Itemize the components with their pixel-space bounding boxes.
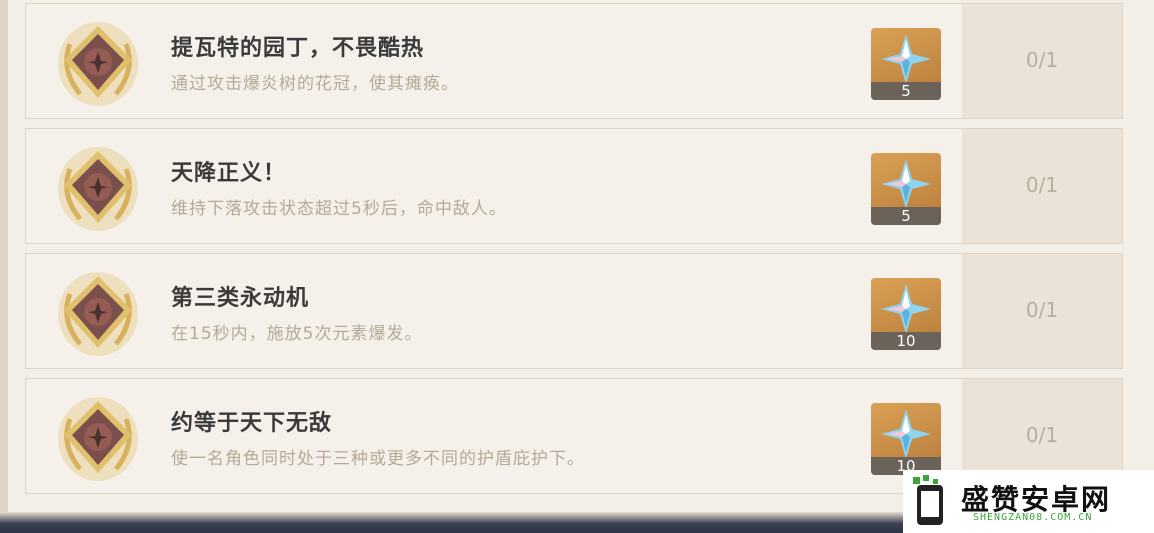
primogem-icon (881, 159, 931, 209)
primogem-icon (881, 34, 931, 84)
achievement-description: 通过攻击爆炎树的花冠，使其瘫痪。 (171, 74, 459, 94)
reward-item[interactable]: 10 (871, 403, 941, 475)
primogem-icon (881, 409, 931, 459)
achievement-title: 第三类永动机 (171, 286, 310, 311)
achievement-card[interactable]: 天降正义！ 维持下落攻击状态超过5秒后，命中敌人。 5 0/1 (25, 128, 1123, 244)
achievement-title: 天降正义！ (171, 161, 287, 186)
achievement-progress: 0/1 (1025, 423, 1059, 447)
reward-item[interactable]: 5 (871, 153, 941, 225)
achievement-card[interactable]: 第三类永动机 在15秒内，施放5次元素爆发。 10 0/1 (25, 253, 1123, 369)
achievement-description: 使一名角色同时处于三种或更多不同的护盾庇护下。 (171, 449, 585, 469)
achievement-progress: 0/1 (1025, 298, 1059, 322)
achievement-badge-icon (58, 397, 138, 481)
watermark-logo: 盛赞安卓网 SHENGZAN08.COM.CN (903, 470, 1154, 533)
reward-item[interactable]: 5 (871, 28, 941, 100)
reward-item[interactable]: 10 (871, 278, 941, 350)
achievement-badge-icon (58, 22, 138, 106)
achievement-title: 约等于天下无敌 (171, 411, 333, 436)
achievement-badge-icon (58, 147, 138, 231)
watermark-en: SHENGZAN08.COM.CN (973, 512, 1093, 523)
reward-quantity: 5 (871, 207, 941, 225)
reward-quantity: 10 (871, 332, 941, 350)
achievement-badge-icon (58, 272, 138, 356)
achievement-progress: 0/1 (1025, 48, 1059, 72)
phone-logo-icon (913, 475, 943, 525)
reward-quantity: 5 (871, 82, 941, 100)
achievement-card[interactable]: 提瓦特的园丁，不畏酷热 通过攻击爆炎树的花冠，使其瘫痪。 5 0/1 (25, 3, 1123, 119)
panel-left-edge (0, 0, 8, 533)
achievement-title: 提瓦特的园丁，不畏酷热 (171, 36, 425, 61)
achievement-progress: 0/1 (1025, 173, 1059, 197)
achievement-description: 维持下落攻击状态超过5秒后，命中敌人。 (171, 199, 507, 219)
primogem-icon (881, 284, 931, 334)
achievement-description: 在15秒内，施放5次元素爆发。 (171, 324, 423, 344)
